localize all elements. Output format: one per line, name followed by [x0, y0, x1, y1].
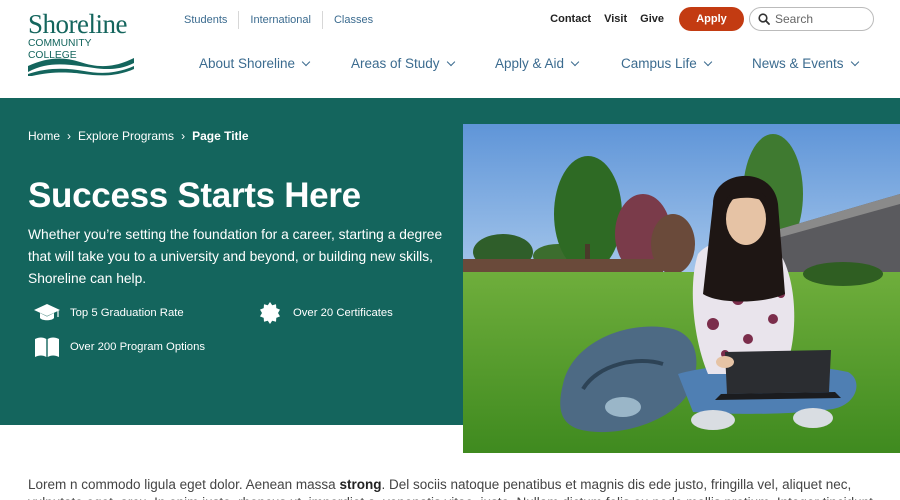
intro-text-end: . Del sociis natoque penatibus et magnis… — [381, 477, 852, 492]
breadcrumb-explore-programs[interactable]: Explore Programs — [78, 129, 174, 143]
logo-name: Shoreline — [28, 9, 127, 39]
feature-program-options: Over 200 Program Options — [32, 335, 205, 359]
chevron-down-icon — [570, 57, 580, 66]
nav-item-campus-life[interactable]: Campus Life — [621, 56, 713, 71]
search-box[interactable] — [749, 7, 874, 31]
student-photo-illustration — [463, 124, 900, 453]
chevron-down-icon — [703, 57, 713, 66]
chevron-right-icon: › — [181, 129, 186, 143]
breadcrumb: Home › Explore Programs › Page Title — [28, 129, 249, 143]
nav-item-apply-aid[interactable]: Apply & Aid — [495, 56, 580, 71]
breadcrumb-current: Page Title — [192, 129, 249, 143]
intro-text-start: Lorem n commodo ligula eget dolor. Aenea… — [28, 477, 340, 492]
chevron-right-icon: › — [67, 129, 72, 143]
feature-label: Over 200 Program Options — [70, 341, 205, 353]
intro-paragraph-line-2: vulputate eget, arcu. In enim justo, rho… — [28, 492, 888, 500]
feature-label: Top 5 Graduation Rate — [70, 307, 184, 319]
utility-nav-right: Contact Visit Give Apply — [550, 7, 874, 31]
apply-button[interactable]: Apply — [679, 7, 744, 31]
utility-nav-left: Students International Classes — [173, 11, 384, 29]
site-header: Shoreline COMMUNITY COLLEGE Students Int… — [0, 0, 900, 98]
util-link-students[interactable]: Students — [173, 11, 238, 29]
nav-label: About Shoreline — [199, 56, 296, 71]
breadcrumb-home[interactable]: Home — [28, 129, 60, 143]
nav-item-news-events[interactable]: News & Events — [752, 56, 859, 71]
book-icon — [32, 335, 62, 359]
util-link-visit[interactable]: Visit — [604, 13, 627, 25]
util-link-international[interactable]: International — [238, 11, 322, 29]
util-link-classes[interactable]: Classes — [321, 11, 384, 29]
chevron-down-icon — [301, 57, 311, 66]
util-link-give[interactable]: Give — [640, 13, 664, 25]
badge-icon — [255, 301, 285, 325]
intro-strong: strong — [339, 477, 382, 492]
nav-item-areas-of-study[interactable]: Areas of Study — [351, 56, 455, 71]
page-title: Success Starts Here — [28, 176, 361, 215]
hero-photo-student-on-lawn — [463, 124, 900, 453]
feature-certificates: Over 20 Certificates — [255, 301, 393, 325]
nav-label: Apply & Aid — [495, 56, 565, 71]
nav-label: Areas of Study — [351, 56, 440, 71]
feature-label: Over 20 Certificates — [293, 307, 393, 319]
util-link-contact[interactable]: Contact — [550, 13, 591, 25]
search-icon — [758, 13, 770, 25]
hero-description: Whether you’re setting the foundation fo… — [28, 227, 443, 286]
main-nav: About Shoreline Areas of Study Apply & A… — [0, 56, 900, 76]
graduation-cap-icon — [32, 301, 62, 325]
nav-item-about[interactable]: About Shoreline — [199, 56, 311, 71]
nav-label: Campus Life — [621, 56, 697, 71]
search-input[interactable] — [775, 12, 865, 26]
chevron-down-icon — [850, 57, 859, 66]
nav-label: News & Events — [752, 56, 844, 71]
chevron-down-icon — [446, 57, 455, 66]
feature-graduation-rate: Top 5 Graduation Rate — [32, 301, 184, 325]
